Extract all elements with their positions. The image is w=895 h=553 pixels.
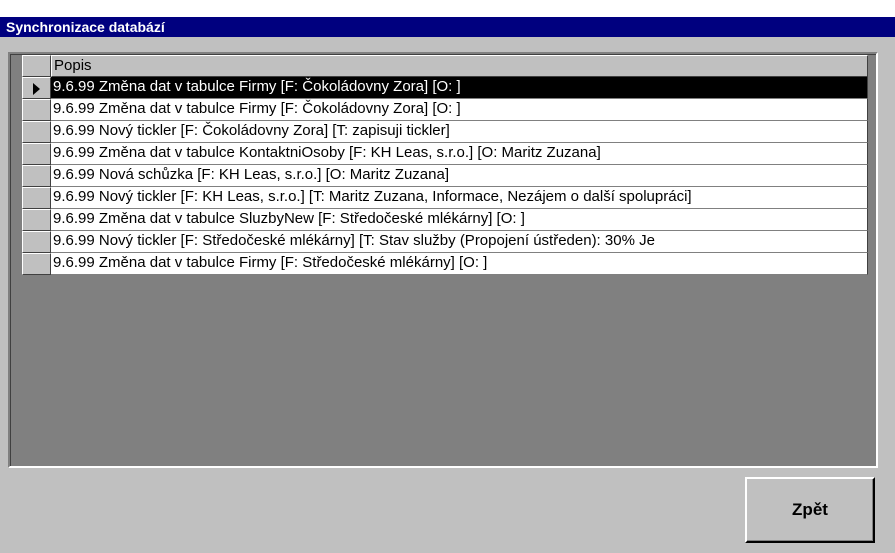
- table-row[interactable]: 9.6.99 Změna dat v tabulce Firmy [F: Stř…: [22, 253, 868, 275]
- table-cell[interactable]: 9.6.99 Nový tickler [F: Středočeské mlék…: [51, 231, 868, 253]
- table-cell[interactable]: 9.6.99 Změna dat v tabulce SluzbyNew [F:…: [51, 209, 868, 231]
- row-selector[interactable]: [22, 231, 51, 253]
- column-header-popis[interactable]: Popis: [51, 55, 868, 77]
- table-cell[interactable]: 9.6.99 Změna dat v tabulce Firmy [F: Čok…: [51, 99, 868, 121]
- table-cell[interactable]: 9.6.99 Nový tickler [F: KH Leas, s.r.o.]…: [51, 187, 868, 209]
- table-row[interactable]: 9.6.99 Změna dat v tabulce SluzbyNew [F:…: [22, 209, 868, 231]
- row-selector[interactable]: [22, 187, 51, 209]
- row-selector[interactable]: [22, 121, 51, 143]
- table-cell[interactable]: 9.6.99 Nový tickler [F: Čokoládovny Zora…: [51, 121, 868, 143]
- row-pointer-icon: [33, 83, 40, 95]
- records-grid[interactable]: Popis 9.6.99 Změna dat v tabulce Firmy […: [8, 52, 878, 468]
- grid-header-row: Popis: [22, 55, 868, 77]
- row-selector[interactable]: [22, 77, 51, 99]
- table-row[interactable]: 9.6.99 Nový tickler [F: Středočeské mlék…: [22, 231, 868, 253]
- header-corner: [22, 55, 51, 77]
- table-row[interactable]: 9.6.99 Změna dat v tabulce KontaktniOsob…: [22, 143, 868, 165]
- row-selector[interactable]: [22, 253, 51, 275]
- window-titlebar[interactable]: Synchronizace databází: [0, 17, 895, 37]
- table-row[interactable]: 9.6.99 Nový tickler [F: Čokoládovny Zora…: [22, 121, 868, 143]
- row-selector[interactable]: [22, 143, 51, 165]
- table-row[interactable]: 9.6.99 Nový tickler [F: KH Leas, s.r.o.]…: [22, 187, 868, 209]
- grid-viewport: Popis 9.6.99 Změna dat v tabulce Firmy […: [10, 54, 876, 466]
- window-client-area: Popis 9.6.99 Změna dat v tabulce Firmy […: [0, 37, 895, 553]
- window-title: Synchronizace databází: [6, 19, 165, 35]
- table-cell[interactable]: 9.6.99 Změna dat v tabulce Firmy [F: Stř…: [51, 253, 868, 275]
- table-cell[interactable]: 9.6.99 Změna dat v tabulce KontaktniOsob…: [51, 143, 868, 165]
- table-row[interactable]: 9.6.99 Změna dat v tabulce Firmy [F: Čok…: [22, 77, 868, 99]
- table-row[interactable]: 9.6.99 Nová schůzka [F: KH Leas, s.r.o.]…: [22, 165, 868, 187]
- window-titlebar-area: Synchronizace databází: [0, 0, 895, 37]
- table-row[interactable]: 9.6.99 Změna dat v tabulce Firmy [F: Čok…: [22, 99, 868, 121]
- row-selector[interactable]: [22, 165, 51, 187]
- table-cell[interactable]: 9.6.99 Změna dat v tabulce Firmy [F: Čok…: [51, 77, 868, 99]
- row-selector[interactable]: [22, 209, 51, 231]
- row-selector[interactable]: [22, 99, 51, 121]
- table-cell[interactable]: 9.6.99 Nová schůzka [F: KH Leas, s.r.o.]…: [51, 165, 868, 187]
- back-button[interactable]: Zpět: [745, 477, 875, 543]
